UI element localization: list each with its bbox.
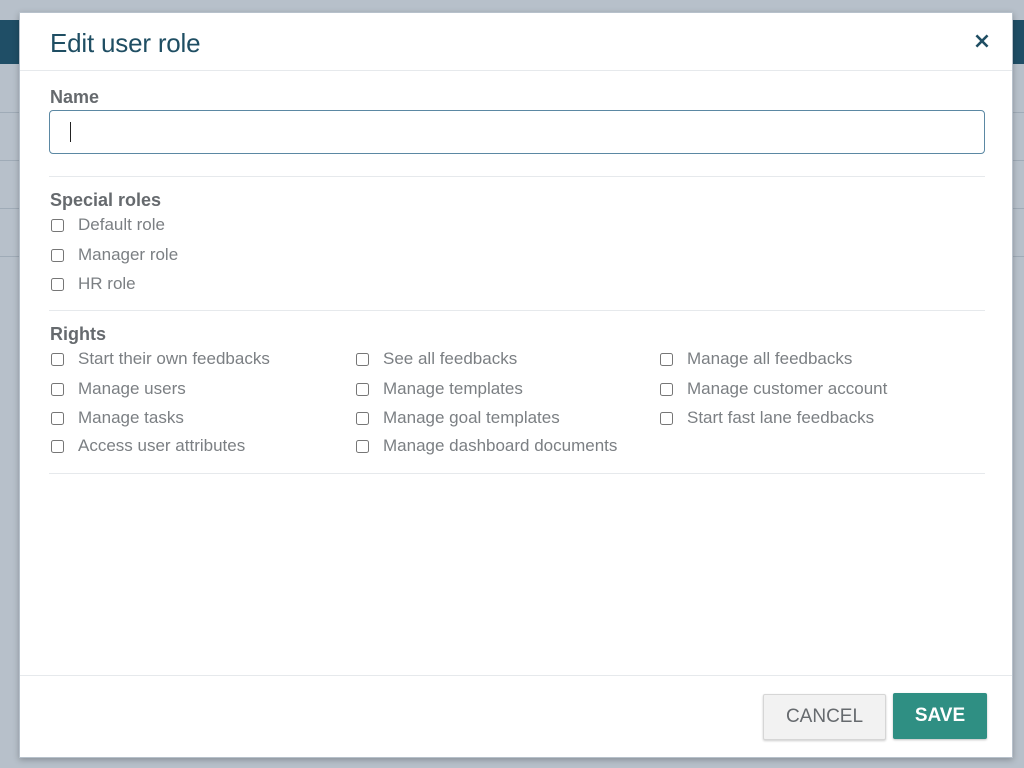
manage-tasks-checkbox[interactable] (51, 411, 64, 425)
cancel-button[interactable]: CANCEL (763, 694, 886, 740)
right-manage-dashboard-documents: Manage dashboard documents (356, 436, 617, 456)
manager-role-checkbox[interactable] (51, 248, 64, 262)
manage-templates-label[interactable]: Manage templates (383, 379, 523, 399)
access-user-attributes-checkbox[interactable] (51, 439, 64, 453)
manage-all-feedbacks-label[interactable]: Manage all feedbacks (687, 349, 852, 369)
close-button[interactable]: × (972, 31, 992, 53)
manage-all-feedbacks-checkbox[interactable] (660, 352, 673, 366)
close-icon: × (972, 29, 992, 54)
dialog-footer: CANCEL SAVE (20, 675, 1012, 759)
right-manage-tasks: Manage tasks (51, 408, 184, 428)
name-label: Name (50, 87, 100, 107)
right-manage-goal-templates: Manage goal templates (356, 408, 560, 428)
default-role-checkbox[interactable] (51, 218, 64, 232)
right-start-own-feedbacks: Start their own feedbacks (51, 349, 270, 369)
manage-templates-checkbox[interactable] (356, 382, 369, 396)
right-access-user-attributes: Access user attributes (51, 436, 245, 456)
edit-user-role-dialog: Edit user role × Name Special roles Defa… (19, 12, 1013, 758)
right-manage-users: Manage users (51, 379, 186, 399)
default-role-label[interactable]: Default role (78, 215, 165, 235)
manage-customer-account-checkbox[interactable] (660, 382, 673, 396)
dialog-title: Edit user role (50, 28, 201, 58)
access-user-attributes-label[interactable]: Access user attributes (78, 436, 245, 456)
manage-customer-account-label[interactable]: Manage customer account (687, 379, 887, 399)
manage-dashboard-documents-checkbox[interactable] (356, 439, 369, 453)
text-caret (70, 122, 71, 142)
name-input[interactable] (49, 110, 985, 154)
manage-goal-templates-checkbox[interactable] (356, 411, 369, 425)
section-divider (49, 176, 985, 177)
special-role-default: Default role (51, 215, 165, 235)
section-divider (49, 473, 985, 474)
manage-users-checkbox[interactable] (51, 382, 64, 396)
hr-role-checkbox[interactable] (51, 277, 64, 291)
dialog-header: Edit user role × (20, 13, 1012, 71)
section-divider (49, 310, 985, 311)
manage-users-label[interactable]: Manage users (78, 379, 186, 399)
manage-tasks-label[interactable]: Manage tasks (78, 408, 184, 428)
right-start-fast-lane-feedbacks: Start fast lane feedbacks (660, 408, 874, 428)
special-roles-label: Special roles (50, 190, 162, 210)
manager-role-label[interactable]: Manager role (78, 245, 178, 265)
right-manage-customer-account: Manage customer account (660, 379, 887, 399)
rights-label: Rights (50, 324, 106, 344)
special-role-hr: HR role (51, 274, 136, 294)
see-all-feedbacks-label[interactable]: See all feedbacks (383, 349, 517, 369)
right-see-all-feedbacks: See all feedbacks (356, 349, 517, 369)
start-fast-lane-feedbacks-checkbox[interactable] (660, 411, 673, 425)
manage-goal-templates-label[interactable]: Manage goal templates (383, 408, 560, 428)
see-all-feedbacks-checkbox[interactable] (356, 352, 369, 366)
special-role-manager: Manager role (51, 245, 178, 265)
right-manage-all-feedbacks: Manage all feedbacks (660, 349, 852, 369)
hr-role-label[interactable]: HR role (78, 274, 136, 294)
right-manage-templates: Manage templates (356, 379, 523, 399)
start-fast-lane-feedbacks-label[interactable]: Start fast lane feedbacks (687, 408, 874, 428)
save-button[interactable]: SAVE (893, 693, 987, 739)
start-own-feedbacks-checkbox[interactable] (51, 352, 64, 366)
start-own-feedbacks-label[interactable]: Start their own feedbacks (78, 349, 270, 369)
manage-dashboard-documents-label[interactable]: Manage dashboard documents (383, 436, 617, 456)
